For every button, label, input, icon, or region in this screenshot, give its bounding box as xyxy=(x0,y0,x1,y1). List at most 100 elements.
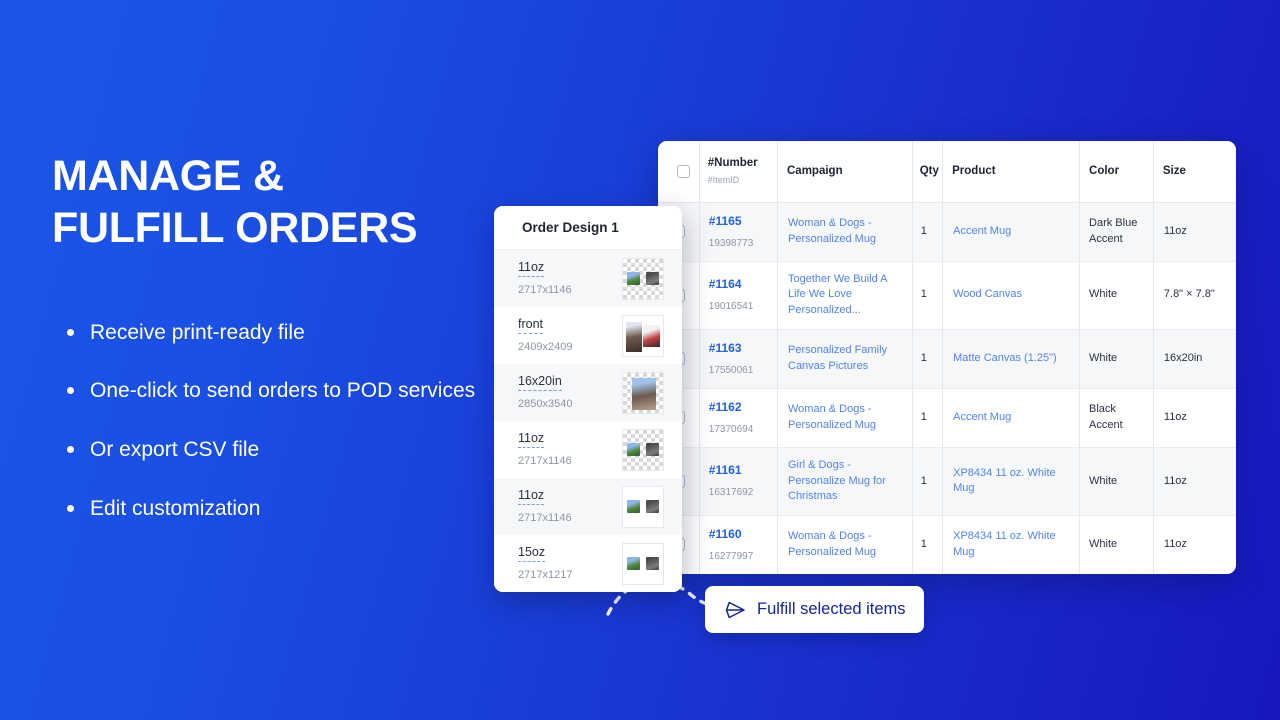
design-dimensions: 2717x1217 xyxy=(518,569,573,582)
design-list-item[interactable]: front 2409x2409 xyxy=(494,307,682,364)
list-item-label: Edit customization xyxy=(90,496,261,520)
cell-product[interactable]: Matte Canvas (1.25") xyxy=(942,329,1081,389)
list-item: Or export CSV file xyxy=(52,436,482,465)
cell-size: 11oz xyxy=(1153,447,1236,516)
design-list-item[interactable]: 16x20in 2850x3540 xyxy=(494,364,682,421)
order-number-link[interactable]: #1161 xyxy=(709,462,767,479)
cell-campaign[interactable]: Together We Build A Life We Love Persona… xyxy=(777,261,913,330)
design-label[interactable]: 15oz xyxy=(518,545,546,563)
artwork-text-icon xyxy=(646,442,659,456)
design-dimensions: 2409x2409 xyxy=(518,341,573,354)
cell-qty: 1 xyxy=(912,388,944,448)
design-thumbnail[interactable] xyxy=(622,371,664,414)
cell-campaign[interactable]: Woman & Dogs - Personalized Mug xyxy=(777,515,913,575)
design-label[interactable]: 11oz xyxy=(518,431,545,449)
order-number-link[interactable]: #1165 xyxy=(709,213,767,230)
table-row[interactable]: #1160 16277997 Woman & Dogs - Personaliz… xyxy=(658,515,1236,575)
bullet-dot-icon xyxy=(67,328,74,336)
fulfill-button-label: Fulfill selected items xyxy=(757,600,906,618)
cell-product[interactable]: XP8434 11 oz. White Mug xyxy=(942,447,1081,516)
design-label[interactable]: 11oz xyxy=(518,488,545,506)
orders-table: #Number #ItemID Campaign Qty Product Col… xyxy=(658,141,1236,575)
table-body: #1165 19398773 Woman & Dogs - Personaliz… xyxy=(658,202,1236,575)
design-meta: 11oz 2717x1146 xyxy=(518,488,572,524)
order-number-link[interactable]: #1163 xyxy=(709,340,767,357)
order-number-link[interactable]: #1164 xyxy=(709,276,767,293)
artwork-photo-icon xyxy=(627,442,640,456)
cell-size: 11oz xyxy=(1153,202,1236,262)
cell-color: Black Accent xyxy=(1079,388,1154,448)
headline-line-2: FULFILL ORDERS xyxy=(52,204,418,253)
table-row[interactable]: #1163 17550061 Personalized Family Canva… xyxy=(658,329,1236,389)
order-item-id: 17550061 xyxy=(708,364,754,376)
artwork-text-icon xyxy=(643,324,660,347)
table-row[interactable]: #1162 17370694 Woman & Dogs - Personaliz… xyxy=(658,388,1236,448)
order-number-link[interactable]: #1160 xyxy=(709,526,767,543)
column-header-campaign: Campaign xyxy=(777,141,913,203)
order-number-link[interactable]: #1162 xyxy=(709,399,767,416)
design-list-item[interactable]: 11oz 2717x1146 xyxy=(494,421,682,478)
cell-qty: 1 xyxy=(912,447,944,516)
column-header-select-all xyxy=(658,141,700,203)
artwork-photo-icon xyxy=(627,271,640,285)
design-meta: 11oz 2717x1146 xyxy=(518,260,572,297)
design-label[interactable]: front xyxy=(518,317,544,335)
order-item-id: 19398773 xyxy=(708,237,754,249)
cell-number: #1160 16277997 xyxy=(699,515,779,575)
design-label[interactable]: 11oz xyxy=(518,260,545,278)
design-dimensions: 2850x3540 xyxy=(518,398,573,411)
cell-campaign[interactable]: Girl & Dogs - Personalize Mug for Christ… xyxy=(777,447,913,516)
design-dimensions: 2717x1146 xyxy=(518,284,572,297)
cell-campaign[interactable]: Woman & Dogs - Personalized Mug xyxy=(777,388,913,448)
cell-number: #1161 16317692 xyxy=(699,447,779,516)
cell-product[interactable]: Accent Mug xyxy=(942,388,1081,448)
artwork-photo-icon xyxy=(626,321,642,352)
design-meta: front 2409x2409 xyxy=(518,317,573,354)
artwork-text-icon xyxy=(646,271,659,285)
select-all-checkbox[interactable] xyxy=(676,164,690,178)
column-header-size: Size xyxy=(1153,141,1236,203)
list-item: One-click to send orders to POD services xyxy=(52,377,482,406)
design-meta: 11oz 2717x1146 xyxy=(518,431,572,468)
design-list-item[interactable]: 11oz 2717x1146 xyxy=(494,250,682,307)
design-thumbnail[interactable] xyxy=(622,257,664,300)
design-label[interactable]: 16x20in xyxy=(518,374,562,392)
table-row[interactable]: #1165 19398773 Woman & Dogs - Personaliz… xyxy=(658,202,1236,262)
hero-section: MANAGE & FULFILL ORDERS Receive print-re… xyxy=(52,150,482,523)
cell-product[interactable]: Accent Mug xyxy=(942,202,1081,262)
feature-list: Receive print-ready file One-click to se… xyxy=(52,319,482,523)
table-header-row: #Number #ItemID Campaign Qty Product Col… xyxy=(658,141,1236,203)
table-row[interactable]: #1164 19016541 Together We Build A Life … xyxy=(658,261,1236,330)
bullet-dot-icon xyxy=(67,504,74,512)
orders-table-card: #Number #ItemID Campaign Qty Product Col… xyxy=(658,141,1236,575)
artwork-photo-icon xyxy=(627,556,640,570)
order-item-id: 19016541 xyxy=(708,301,754,313)
order-item-id: 16277997 xyxy=(708,550,754,562)
column-header-number: #Number #ItemID xyxy=(699,141,779,203)
design-dimensions: 2717x1146 xyxy=(518,455,572,468)
cell-product[interactable]: XP8434 11 oz. White Mug xyxy=(942,515,1081,575)
fulfill-selected-items-button[interactable]: Fulfill selected items xyxy=(705,586,924,633)
list-item-label: Receive print-ready file xyxy=(90,320,305,344)
cell-color: White xyxy=(1079,447,1154,516)
design-meta: 16x20in 2850x3540 xyxy=(518,374,573,411)
order-item-id: 16317692 xyxy=(708,487,754,499)
design-thumbnail[interactable] xyxy=(622,314,664,357)
design-list-item[interactable]: 11oz 2717x1146 xyxy=(494,478,682,535)
artwork-photo-icon xyxy=(632,377,656,410)
table-header: #Number #ItemID Campaign Qty Product Col… xyxy=(658,141,1236,203)
cell-campaign[interactable]: Woman & Dogs - Personalized Mug xyxy=(777,202,913,262)
table-row[interactable]: #1161 16317692 Girl & Dogs - Personalize… xyxy=(658,447,1236,516)
design-thumbnail[interactable] xyxy=(622,428,664,471)
cell-qty: 1 xyxy=(912,329,944,389)
cell-product[interactable]: Wood Canvas xyxy=(942,261,1081,330)
cell-number: #1164 19016541 xyxy=(699,261,779,330)
cell-campaign[interactable]: Personalized Family Canvas Pictures xyxy=(777,329,913,389)
page-title: MANAGE & FULFILL ORDERS xyxy=(52,150,482,255)
bullet-dot-icon xyxy=(67,446,74,453)
design-thumbnail[interactable] xyxy=(622,542,664,585)
cell-color: White xyxy=(1079,329,1154,389)
design-list-item[interactable]: 15oz 2717x1217 xyxy=(494,535,682,592)
design-thumbnail[interactable] xyxy=(622,485,664,528)
bullet-dot-icon xyxy=(67,387,74,395)
